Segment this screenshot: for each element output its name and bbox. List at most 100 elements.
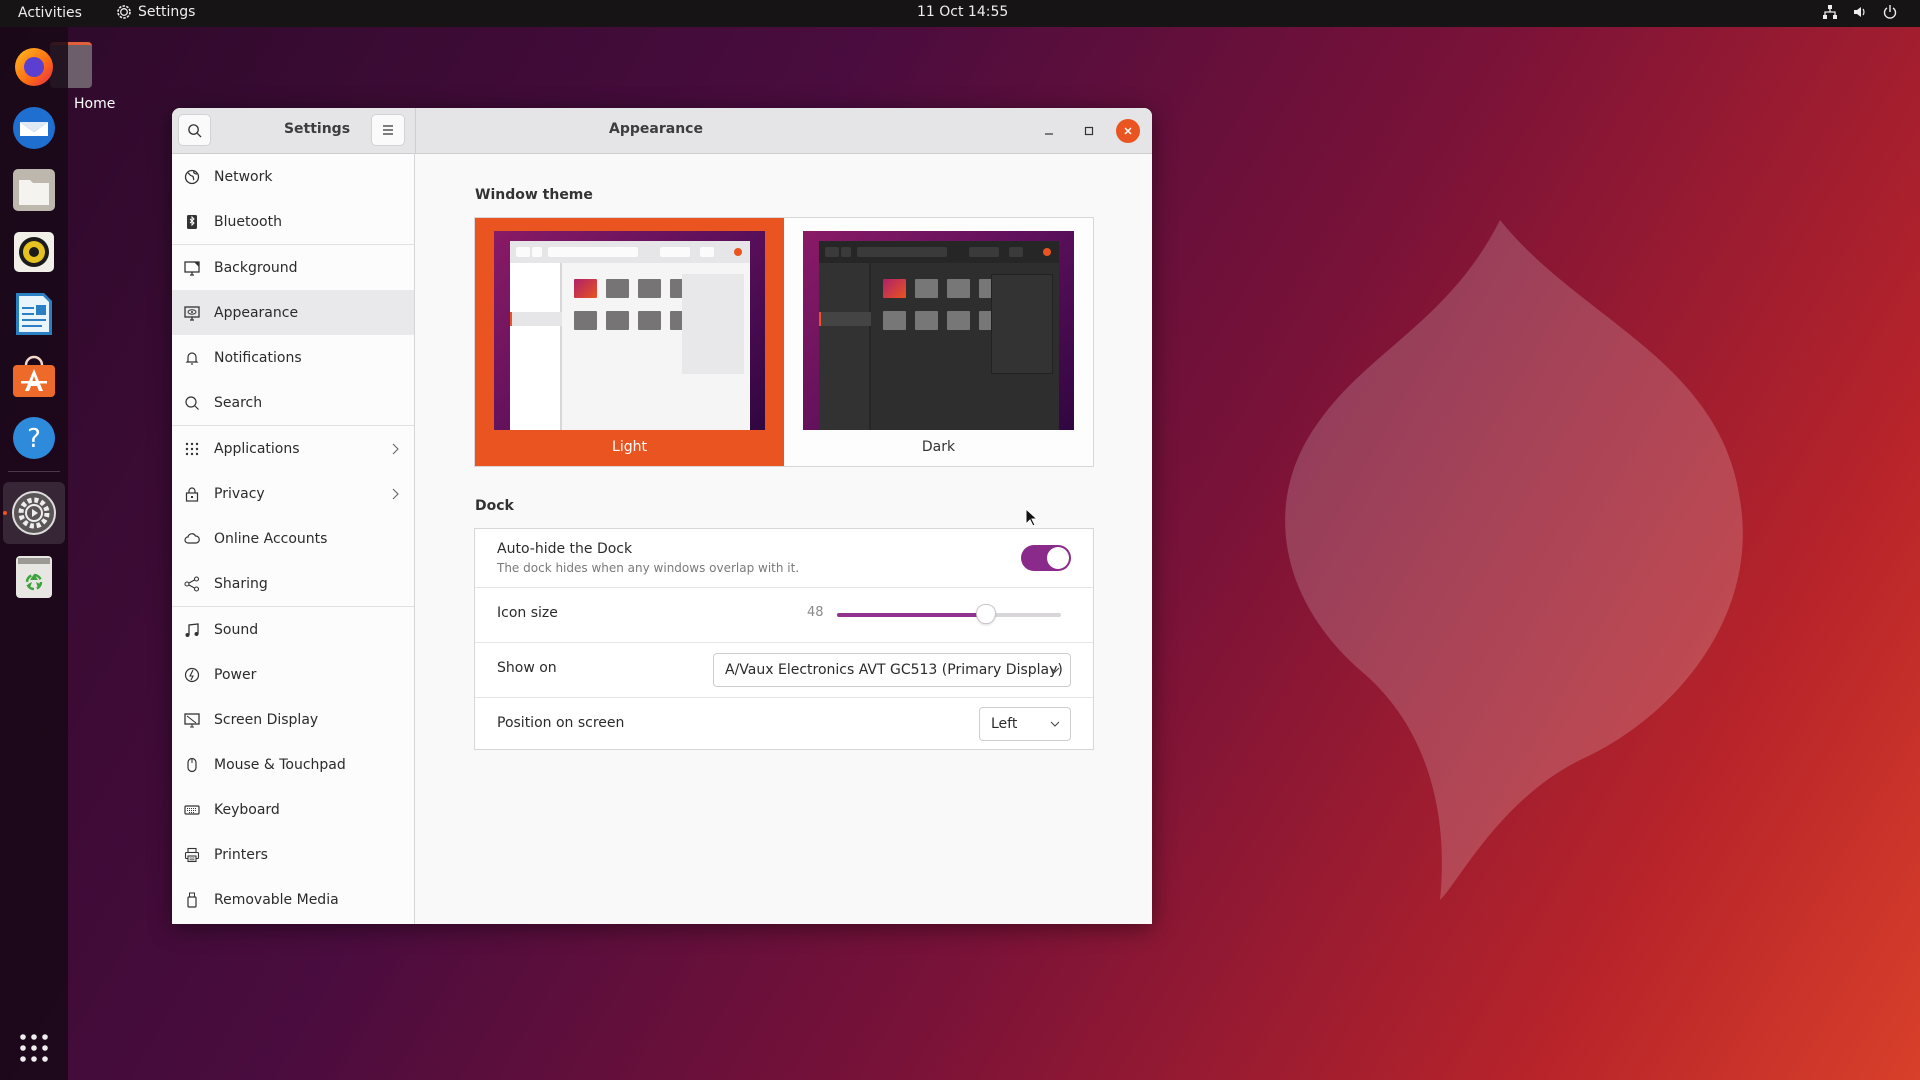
toggle-knob [1047,547,1069,569]
sidebar-item-printers[interactable]: Printers [172,832,414,877]
wallpaper-jellyfish-graphic [1285,220,1743,900]
chevron-right-icon [392,443,399,454]
slider-thumb[interactable] [976,604,997,624]
sidebar-item-power[interactable]: Power [172,652,414,697]
show-on-dropdown[interactable]: A/Vaux Electronics AVT GC513 (Primary Di… [713,653,1071,687]
app-menu-label: Settings [138,4,196,20]
settings-window: Settings Appearance Network Bluetooth Ba… [172,108,1152,924]
dock-heading: Dock [475,498,514,514]
sidebar-item-label: Mouse & Touchpad [214,756,346,773]
light-preview-window [510,241,750,430]
close-icon [1124,127,1132,135]
network-icon[interactable] [1822,4,1838,20]
search-button[interactable] [178,114,211,146]
slider-fill [837,613,987,617]
share-icon [184,575,200,592]
sidebar-item-label: Screen Display [214,711,319,728]
search-icon [184,395,200,411]
dock-item-thunderbird[interactable] [10,104,58,152]
maximize-icon [1084,126,1094,136]
sidebar-item-label: Network [214,168,273,185]
sidebar-item-label: Printers [214,846,268,863]
sidebar-item-online-accounts[interactable]: Online Accounts [172,516,414,561]
volume-icon[interactable] [1852,4,1868,20]
sidebar-item-label: Sharing [214,575,268,592]
power-icon[interactable] [1882,4,1898,20]
close-button[interactable] [1116,119,1140,143]
music-note-icon [184,622,200,638]
autohide-row: Auto-hide the Dock The dock hides when a… [475,529,1093,587]
dock-separator [8,471,60,472]
sidebar-item-sharing[interactable]: Sharing [172,561,414,606]
writer-icon [16,293,52,335]
window-theme-heading: Window theme [475,187,593,203]
bluetooth-icon [184,214,200,230]
sidebar-item-sound[interactable]: Sound [172,607,414,652]
theme-option-dark[interactable]: Dark [784,218,1093,466]
sidebar-item-removable-media[interactable]: Removable Media [172,877,414,922]
system-tray[interactable] [1822,4,1898,20]
sidebar-item-label: Power [214,666,257,683]
theme-label-dark: Dark [921,439,956,455]
appearance-panel: Window theme Light Dark Dock Auto-hide t… [416,154,1152,924]
sidebar-item-bluetooth[interactable]: Bluetooth [172,199,414,244]
theme-label-light: Light [612,439,647,455]
icon-size-value: 48 [807,605,824,620]
show-on-selected: A/Vaux Electronics AVT GC513 (Primary Di… [725,662,1063,678]
minimize-button[interactable] [1037,119,1061,143]
rhythmbox-icon [14,232,54,272]
dock-item-show-applications[interactable] [10,1024,58,1072]
trash-icon [16,556,52,598]
dock-item-rhythmbox[interactable] [10,228,58,276]
sidebar-item-network[interactable]: Network [172,154,414,199]
dock-item-writer[interactable] [10,290,58,338]
clock[interactable]: 11 Oct 14:55 [917,4,1008,20]
sidebar-item-screen-display[interactable]: Screen Display [172,697,414,742]
mouse-icon [184,757,200,773]
dock: ? [0,27,68,1080]
apps-grid-icon [184,441,200,457]
app-menu[interactable]: Settings [116,4,195,20]
sidebar-item-mouse-touchpad[interactable]: Mouse & Touchpad [172,742,414,787]
sidebar-item-appearance[interactable]: Appearance [172,290,414,335]
activities-button[interactable]: Activities [18,5,82,21]
search-icon [188,123,202,138]
page-title: Appearance [609,121,703,137]
maximize-button[interactable] [1077,119,1101,143]
main-menu-button[interactable] [371,114,405,146]
sidebar-item-background[interactable]: Background [172,245,414,290]
keyboard-icon [184,802,200,818]
thunderbird-icon [13,107,55,149]
sidebar-item-label: Background [214,259,298,276]
icon-size-slider[interactable] [837,604,1061,624]
settings-icon [12,491,56,535]
svg-text:?: ? [27,424,41,454]
appearance-icon [184,305,200,321]
dock-item-firefox[interactable] [10,42,58,90]
sidebar-item-applications[interactable]: Applications [172,426,414,471]
dock-item-files[interactable] [10,166,58,214]
autohide-toggle[interactable] [1021,545,1071,571]
printer-icon [184,847,200,863]
cloud-icon [184,531,200,547]
show-on-label: Show on [497,660,557,676]
dock-item-trash[interactable] [10,553,58,601]
files-icon [13,169,55,211]
sidebar-item-keyboard[interactable]: Keyboard [172,787,414,832]
dock-item-ubuntu-software[interactable] [10,352,58,400]
sidebar-item-notifications[interactable]: Notifications [172,335,414,380]
position-row: Position on screen Left [475,698,1093,750]
sidebar-item-search[interactable]: Search [172,380,414,425]
dock-item-settings[interactable] [3,482,65,544]
icon-size-row: Icon size 48 [475,588,1093,642]
theme-option-light[interactable]: Light [475,218,784,466]
position-dropdown[interactable]: Left [979,707,1071,741]
autohide-description: The dock hides when any windows overlap … [497,561,800,575]
sidebar-item-label: Privacy [214,485,265,502]
sidebar-item-label: Bluetooth [214,213,282,230]
top-bar: Activities Settings 11 Oct 14:55 [0,0,1920,27]
chevron-right-icon [392,488,399,499]
window-theme-selector: Light Dark [474,217,1094,467]
sidebar-item-privacy[interactable]: Privacy [172,471,414,516]
dock-item-help[interactable]: ? [10,414,58,462]
